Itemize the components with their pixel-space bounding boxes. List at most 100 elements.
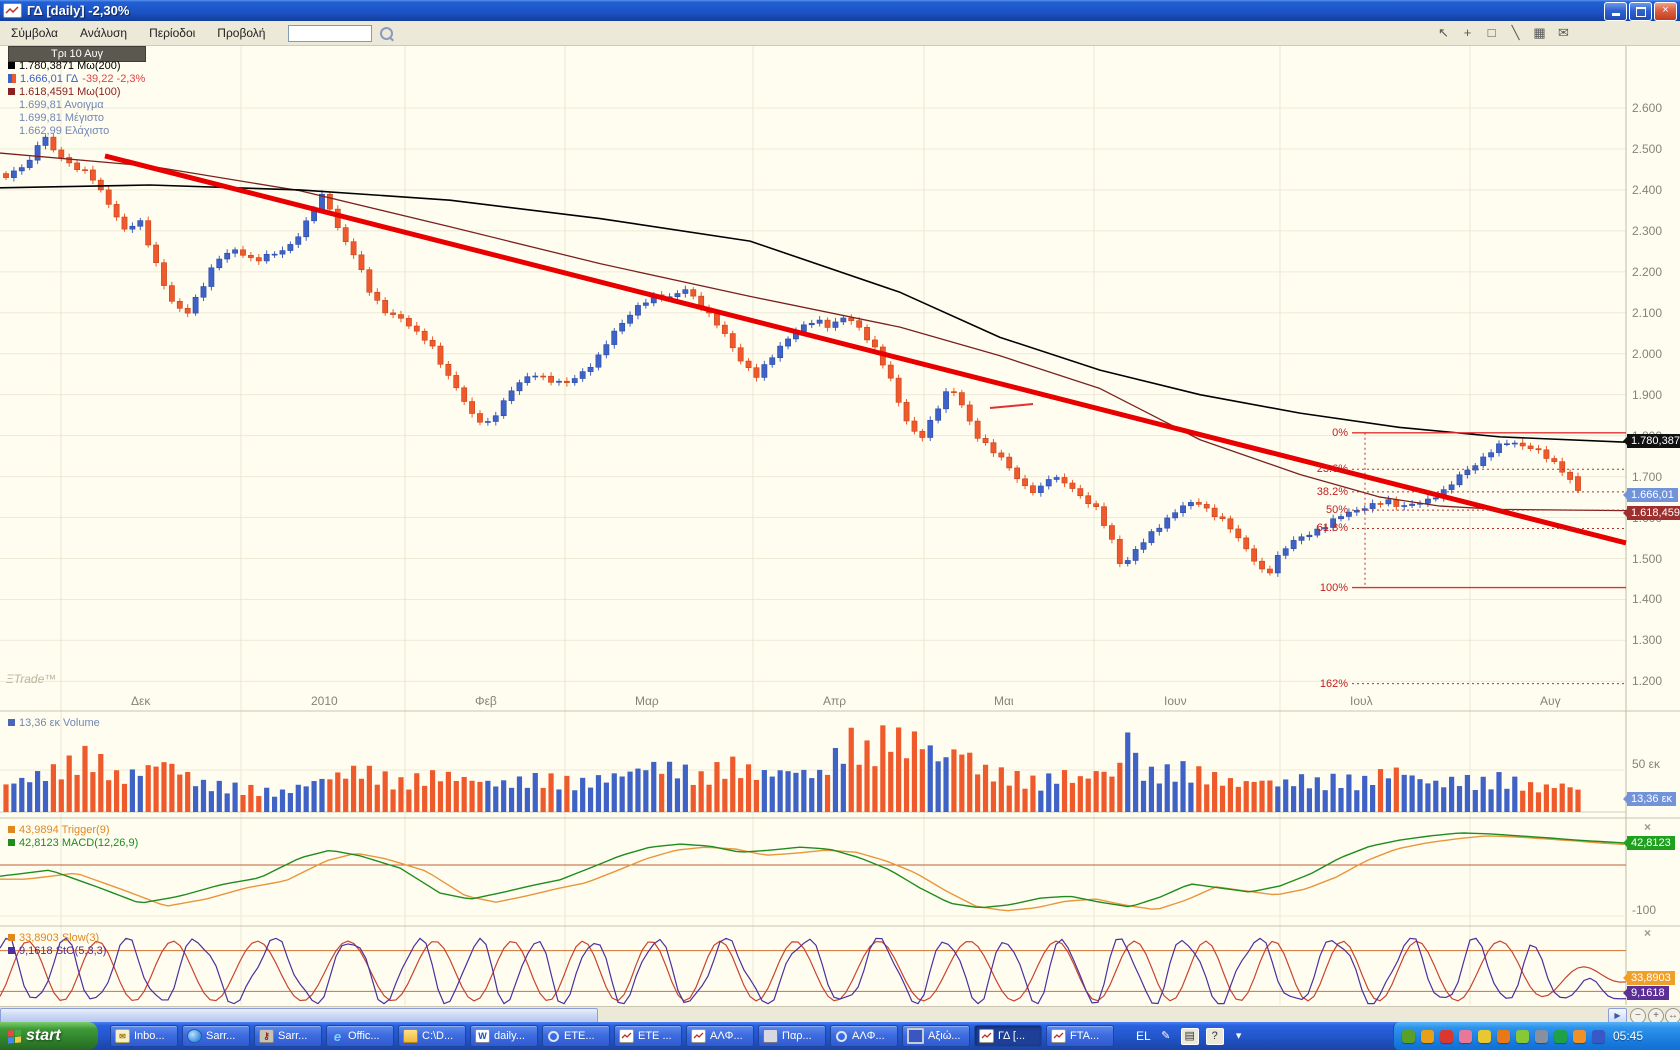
- price-tick: 1.500: [1632, 552, 1662, 566]
- price-chart-canvas[interactable]: [0, 0, 1680, 1050]
- close-macd-pane-icon[interactable]: ×: [1644, 820, 1651, 834]
- tray-icon[interactable]: [1402, 1030, 1415, 1043]
- chart-icon: [619, 1029, 634, 1043]
- horizontal-scrollbar[interactable]: ▶ − + ↔: [0, 1006, 1680, 1023]
- taskbar-task-5[interactable]: Wdaily...: [470, 1025, 538, 1047]
- taskbar-task-0[interactable]: ✉Inbo...: [110, 1025, 178, 1047]
- legend-row: 9,1618 StO(5,3,3): [8, 944, 106, 957]
- taskbar-task-11[interactable]: Αξιώ...: [902, 1025, 970, 1047]
- crosshair-tool-icon[interactable]: +: [1459, 24, 1476, 41]
- taskbar: start ✉Inbo...Sarr...⚷Sarr...eOffic...C:…: [0, 1022, 1680, 1050]
- minimize-button[interactable]: [1604, 2, 1627, 21]
- stochastic-legend: 33,8903 Slow(3)9,1618 StO(5,3,3): [8, 931, 106, 957]
- month-label: 2010: [311, 694, 338, 708]
- symbol-search-input[interactable]: [288, 25, 372, 42]
- mail-icon: ✉: [115, 1029, 130, 1043]
- window-tool-icon[interactable]: □: [1483, 24, 1500, 41]
- menu-item-2[interactable]: Περίοδοι: [138, 23, 206, 43]
- month-label: Μαι: [994, 694, 1014, 708]
- chart-toolbar: ↖ + □ ╲ ▦ ✉: [1435, 24, 1572, 41]
- taskbar-task-12[interactable]: ΓΔ [...: [974, 1025, 1042, 1047]
- fib-level-label: 0%: [1288, 427, 1348, 439]
- taskbar-task-2[interactable]: ⚷Sarr...: [254, 1025, 322, 1047]
- tray-icon[interactable]: [1573, 1030, 1586, 1043]
- toolbar-options-chevron-icon[interactable]: ▾: [1231, 1029, 1247, 1044]
- macd-legend: 43,9894 Trigger(9)42,8123 MACD(12,26,9): [8, 823, 138, 849]
- price-tick: 2.300: [1632, 224, 1662, 238]
- volume-tag: 13,36 εκ: [1627, 792, 1676, 806]
- tray-icon[interactable]: [1516, 1030, 1529, 1043]
- fib-level-label: 162%: [1288, 678, 1348, 690]
- taskbar-task-3[interactable]: eOffic...: [326, 1025, 394, 1047]
- taskbar-task-9[interactable]: Παρ...: [758, 1025, 826, 1047]
- taskbar-task-7[interactable]: ETE ...: [614, 1025, 682, 1047]
- tray-icon[interactable]: [1592, 1030, 1605, 1043]
- legend-row: 33,8903 Slow(3): [8, 931, 106, 944]
- mail-icon[interactable]: ✉: [1555, 24, 1572, 41]
- ie-icon: e: [331, 1030, 344, 1042]
- pen-input-icon[interactable]: ✎: [1158, 1029, 1174, 1044]
- language-indicator[interactable]: EL: [1136, 1029, 1151, 1043]
- trendline-tool-icon[interactable]: ╲: [1507, 24, 1524, 41]
- window-titlebar: ΓΔ [daily] -2,30% ×: [0, 0, 1680, 21]
- tray-icon[interactable]: [1440, 1030, 1453, 1043]
- series-marker-icon: [8, 947, 15, 954]
- restore-button[interactable]: [1629, 2, 1652, 21]
- series-marker-icon: [8, 62, 15, 69]
- window-icon: [763, 1029, 778, 1043]
- price-tag: 1.666,01: [1627, 488, 1678, 502]
- clock[interactable]: 05:45: [1613, 1029, 1643, 1043]
- legend-row: 42,8123 MACD(12,26,9): [8, 836, 138, 849]
- taskbar-task-1[interactable]: Sarr...: [182, 1025, 250, 1047]
- language-bar: EL ✎ ▤ ? ▾: [1136, 1028, 1247, 1045]
- tray-icon[interactable]: [1478, 1030, 1491, 1043]
- month-label: Ιουλ: [1350, 694, 1373, 708]
- search-icon[interactable]: [380, 27, 393, 40]
- legend-row: 1.666,01 ΓΔ -39,22 -2,3%: [8, 72, 145, 85]
- pointer-tool-icon[interactable]: ↖: [1435, 24, 1452, 41]
- monitor-icon: [907, 1028, 924, 1044]
- volume-marker-icon: [8, 719, 15, 726]
- taskbar-task-4[interactable]: C:\D...: [398, 1025, 466, 1047]
- legend-row: 1.780,3871 Μω(200): [8, 59, 145, 72]
- chart-icon: [691, 1029, 706, 1043]
- month-label: Μαρ: [635, 694, 659, 708]
- search-icon: [547, 1030, 560, 1042]
- taskbar-task-10[interactable]: ΑΛΦ...: [830, 1025, 898, 1047]
- fib-level-label: 100%: [1288, 582, 1348, 594]
- chart-icon: [1051, 1029, 1066, 1043]
- help-icon[interactable]: ?: [1206, 1028, 1224, 1045]
- taskbar-tasks: ✉Inbo...Sarr...⚷Sarr...eOffic...C:\D...W…: [110, 1025, 1114, 1047]
- window-title: ΓΔ [daily] -2,30%: [27, 3, 129, 18]
- price-tick: 1.900: [1632, 388, 1662, 402]
- legend-row: 1.699,81 Μέγιστο: [8, 111, 145, 124]
- menu-item-1[interactable]: Ανάλυση: [69, 23, 138, 43]
- taskbar-task-8[interactable]: ΑΛΦ...: [686, 1025, 754, 1047]
- start-button[interactable]: start: [0, 1022, 98, 1050]
- month-label: Αυγ: [1540, 694, 1561, 708]
- desktop: ΓΔ [daily] -2,30% × ΣύμβολαΑνάλυσηΠερίοδ…: [0, 0, 1680, 1050]
- tray-icon[interactable]: [1535, 1030, 1548, 1043]
- taskbar-task-13[interactable]: FTA...: [1046, 1025, 1114, 1047]
- price-tick: 2.600: [1632, 101, 1662, 115]
- menu-item-0[interactable]: Σύμβολα: [0, 23, 69, 43]
- globe-icon: [187, 1029, 202, 1043]
- watermark: ΞTrade™: [6, 672, 56, 686]
- tray-icon[interactable]: [1421, 1030, 1434, 1043]
- menu-item-3[interactable]: Προβολή: [206, 23, 276, 43]
- legend-row: 43,9894 Trigger(9): [8, 823, 138, 836]
- close-stoch-pane-icon[interactable]: ×: [1644, 926, 1651, 940]
- taskbar-task-6[interactable]: ETE...: [542, 1025, 610, 1047]
- price-tick: 2.000: [1632, 347, 1662, 361]
- series-marker-icon: [8, 826, 15, 833]
- tray-icon[interactable]: [1554, 1030, 1567, 1043]
- series-marker-icon: [8, 88, 15, 95]
- grid-tool-icon[interactable]: ▦: [1531, 24, 1548, 41]
- close-button[interactable]: ×: [1654, 2, 1677, 21]
- windows-logo-icon: [8, 1029, 21, 1043]
- candle-marker-icon: [8, 74, 16, 83]
- menubar: ΣύμβολαΑνάλυσηΠερίοδοιΠροβολή ↖ + □ ╲ ▦ ✉: [0, 21, 1680, 46]
- tray-icon[interactable]: [1459, 1030, 1472, 1043]
- tray-icon[interactable]: [1497, 1030, 1510, 1043]
- keyboard-icon[interactable]: ▤: [1181, 1028, 1199, 1045]
